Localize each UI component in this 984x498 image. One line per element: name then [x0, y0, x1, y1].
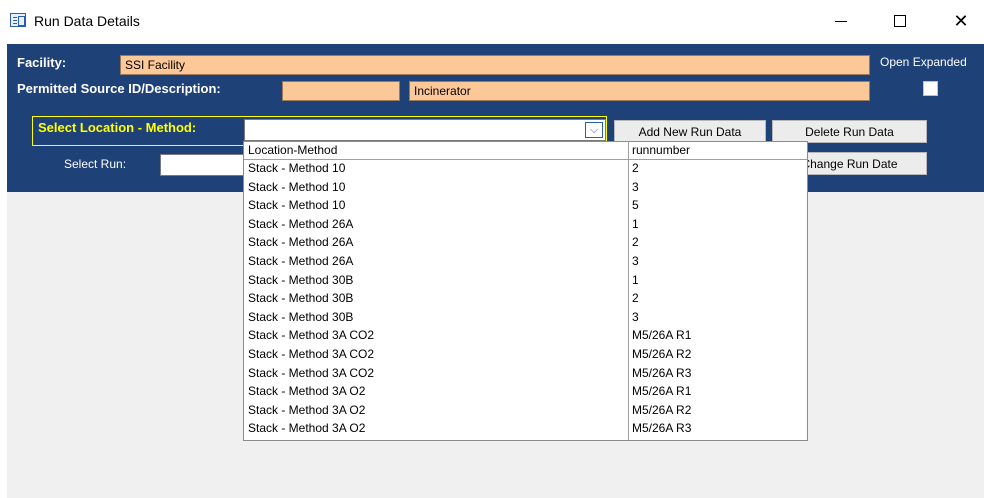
dropdown-option[interactable]: Stack - Method 10 3: [244, 179, 807, 196]
dropdown-option[interactable]: Stack - Method 3A O2 M5/26A R1: [244, 383, 807, 400]
option-location-method: Stack - Method 30B: [248, 272, 354, 287]
option-runnumber: M5/26A R1: [632, 384, 692, 399]
dropdown-option[interactable]: Stack - Method 3A CO2 M5/26A R3: [244, 365, 807, 382]
option-runnumber: 3: [632, 179, 639, 194]
dropdown-option[interactable]: Stack - Method 3A CO2 M5/26A R2: [244, 346, 807, 363]
option-location-method: Stack - Method 30B: [248, 309, 354, 324]
option-location-method: Stack - Method 30B: [248, 291, 354, 306]
option-location-method: Stack - Method 3A O2: [248, 384, 366, 399]
column-header-runnumber: runnumber: [632, 143, 691, 157]
facility-field[interactable]: SSI Facility: [120, 55, 870, 75]
run-select-field[interactable]: [160, 154, 250, 176]
option-runnumber: 2: [632, 161, 639, 175]
dropdown-option[interactable]: Stack - Method 30B 2: [244, 290, 807, 307]
title-bar: Run Data Details ✕: [0, 0, 984, 42]
option-runnumber: 1: [632, 216, 639, 231]
dropdown-option[interactable]: Stack - Method 3A O2 M5/26A R3: [244, 420, 807, 437]
location-method-dropdown: Location-Method runnumber Stack - Method…: [243, 141, 808, 441]
option-runnumber: 5: [632, 198, 639, 213]
option-location-method: Stack - Method 3A CO2: [248, 328, 375, 343]
permitted-source-id-field[interactable]: [282, 81, 400, 101]
open-expanded-label: Open Expanded: [880, 55, 967, 69]
select-location-label: Select Location - Method:: [38, 120, 197, 135]
facility-label: Facility:: [17, 55, 67, 70]
minimize-icon: [835, 20, 847, 22]
option-runnumber: M5/26A R2: [632, 347, 692, 361]
option-runnumber: M5/26A R3: [632, 365, 692, 380]
option-runnumber: 3: [632, 254, 639, 268]
description-field[interactable]: Incinerator: [409, 81, 870, 101]
close-icon: ✕: [953, 10, 969, 32]
form-icon: [10, 13, 26, 27]
permitted-source-label: Permitted Source ID/Description:: [17, 81, 221, 96]
dropdown-option[interactable]: Stack - Method 30B 3: [244, 309, 807, 326]
add-new-run-button[interactable]: Add New Run Data: [614, 120, 766, 143]
dropdown-option[interactable]: Stack - Method 26A 3: [244, 253, 807, 270]
maximize-icon: [894, 15, 906, 27]
option-runnumber: M5/26A R2: [632, 402, 692, 417]
option-location-method: Stack - Method 3A O2: [248, 402, 366, 417]
dropdown-option[interactable]: Stack - Method 10 2: [244, 160, 807, 177]
option-runnumber: M5/26A R3: [632, 421, 692, 436]
dropdown-option[interactable]: Stack - Method 26A 2: [244, 234, 807, 251]
option-location-method: Stack - Method 26A: [248, 235, 354, 250]
option-location-method: Stack - Method 3A O2: [248, 421, 366, 436]
option-location-method: Stack - Method 26A: [248, 254, 354, 268]
location-method-combo[interactable]: ⌵: [244, 119, 606, 141]
option-location-method: Stack - Method 26A: [248, 216, 354, 231]
delete-run-button[interactable]: Delete Run Data: [772, 120, 927, 143]
dropdown-header: Location-Method runnumber: [244, 142, 807, 159]
open-expanded-checkbox[interactable]: [923, 81, 938, 96]
dropdown-option[interactable]: Stack - Method 30B 1: [244, 272, 807, 289]
option-location-method: Stack - Method 10: [248, 179, 346, 194]
dropdown-option[interactable]: Stack - Method 26A 1: [244, 216, 807, 233]
select-run-label: Select Run:: [64, 157, 127, 171]
window-title: Run Data Details: [34, 13, 140, 29]
option-location-method: Stack - Method 10: [248, 198, 346, 213]
option-runnumber: 1: [632, 272, 639, 287]
option-runnumber: M5/26A R1: [632, 328, 692, 343]
minimize-button[interactable]: [818, 5, 864, 37]
close-button[interactable]: ✕: [938, 5, 984, 37]
maximize-button[interactable]: [877, 5, 923, 37]
option-location-method: Stack - Method 3A CO2: [248, 347, 375, 361]
dropdown-option[interactable]: Stack - Method 3A O2 M5/26A R2: [244, 402, 807, 419]
chevron-down-icon[interactable]: ⌵: [585, 122, 603, 138]
option-runnumber: 2: [632, 235, 639, 250]
column-header-location-method: Location-Method: [248, 143, 338, 157]
option-runnumber: 3: [632, 309, 639, 324]
option-runnumber: 2: [632, 291, 639, 306]
option-location-method: Stack - Method 3A CO2: [248, 365, 375, 380]
option-location-method: Stack - Method 10: [248, 161, 346, 175]
dropdown-option[interactable]: Stack - Method 3A CO2 M5/26A R1: [244, 327, 807, 344]
dropdown-option[interactable]: Stack - Method 10 5: [244, 197, 807, 214]
